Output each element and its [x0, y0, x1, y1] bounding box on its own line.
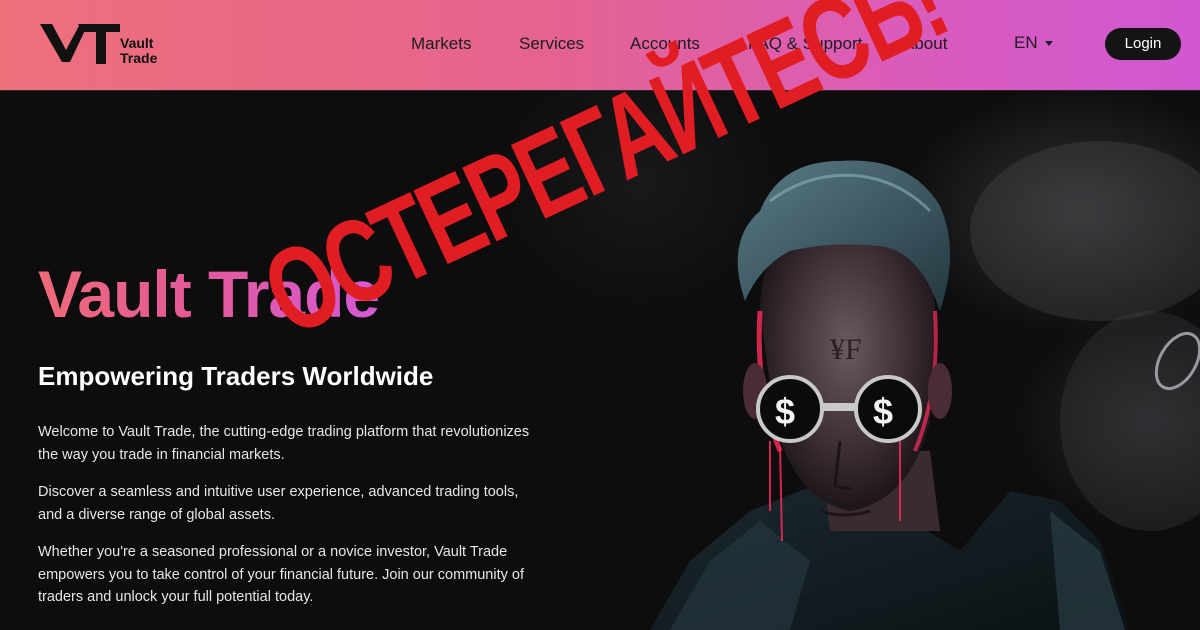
logo-word-1: Vault	[120, 35, 154, 51]
nav-link-markets[interactable]: Markets	[411, 34, 471, 54]
chevron-down-icon[interactable]	[1045, 41, 1053, 46]
hero-paragraph-community: Whether you're a seasoned professional o…	[38, 544, 524, 605]
vt-monogram-icon	[40, 24, 120, 64]
nav-link-services[interactable]: Services	[519, 34, 584, 54]
svg-text:¥F: ¥F	[830, 333, 862, 366]
hero-paragraph-welcome: Welcome to Vault Trade, the cutting-edge…	[38, 424, 530, 463]
page: Vault Trade Markets Services Accounts FA…	[0, 0, 1200, 630]
hero-illustration: ¥F $ $	[650, 141, 1200, 630]
language-selector[interactable]: EN	[1014, 33, 1038, 53]
login-button[interactable]: Login	[1105, 28, 1181, 60]
logo-wordmark: Vault Trade	[120, 36, 157, 66]
logo-word-2: Trade	[120, 50, 158, 66]
hero-subtitle: Empowering Traders Worldwide	[38, 361, 434, 391]
hero-paragraph-discover: Discover a seamless and intuitive user e…	[38, 484, 519, 523]
svg-text:$: $	[775, 391, 795, 432]
svg-text:$: $	[873, 391, 893, 432]
vault-trade-logo[interactable]: Vault Trade	[38, 22, 163, 68]
